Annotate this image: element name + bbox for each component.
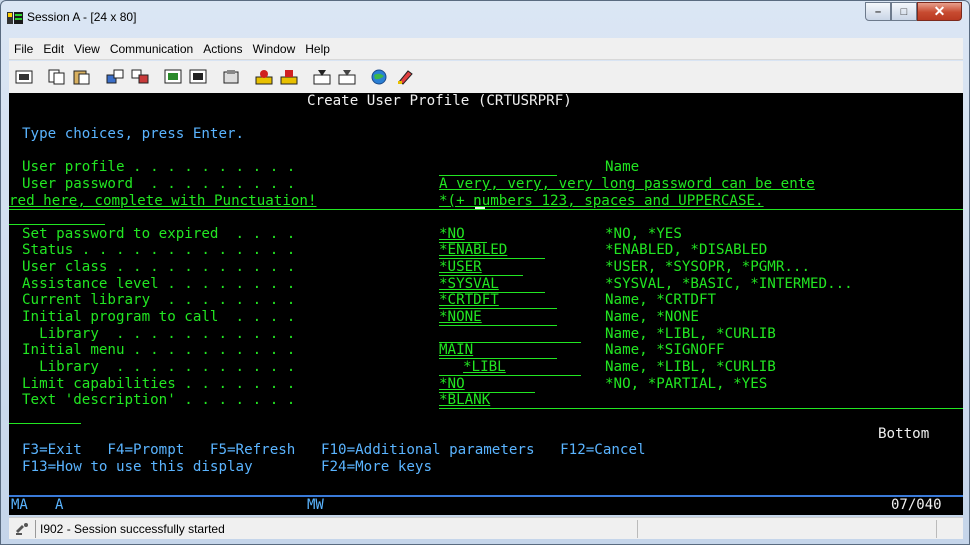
window-title: Session A - [24 x 80] <box>27 10 137 24</box>
globe-icon[interactable] <box>369 66 391 88</box>
field-hint-initial-menu: Name, *SIGNOFF <box>605 342 725 358</box>
field-input-initial-program[interactable]: *NONE <box>439 309 482 326</box>
menu-window[interactable]: Window <box>248 42 301 56</box>
receive-icon[interactable] <box>129 66 151 88</box>
menu-actions[interactable]: Actions <box>198 42 247 56</box>
status-pane <box>637 519 937 538</box>
toolbar <box>9 61 963 93</box>
field-hint-status: *ENABLED, *DISABLED <box>605 242 768 258</box>
field-label-current-library: Current library . . . . . . . . <box>22 292 296 308</box>
cursor-position: 07/040 <box>891 497 942 513</box>
screen-title: Create User Profile (CRTUSRPRF) <box>307 93 572 109</box>
minimize-button[interactable]: – <box>865 2 891 21</box>
field-input-text-description[interactable]: *BLANK <box>439 392 490 409</box>
operator-info-area: MA A MW 07/040 <box>9 495 963 515</box>
function-keys-line-2[interactable]: F13=How to use this display F24=More key… <box>22 459 432 476</box>
oia-connection-status: MA <box>11 497 28 513</box>
menu-help[interactable]: Help <box>300 42 335 56</box>
password-continuation-text: red here, complete with Punctuation! <box>9 193 317 209</box>
field-label-user-password: User password . . . . . . . . . <box>22 176 296 192</box>
oia-session-letter: A <box>55 497 64 513</box>
field-hint-current-library: Name, *CRTDFT <box>605 292 717 308</box>
field-input-password-continuation[interactable]: *(+ numbers 123, spaces and UPPERCASE. <box>439 193 764 210</box>
field-input-assistance-level[interactable]: *SYSVAL <box>439 276 499 293</box>
field-label-initial-menu: Initial menu . . . . . . . . . . <box>22 342 296 358</box>
field-hint-initial-program: Name, *NONE <box>605 309 699 325</box>
bottom-indicator: Bottom <box>878 426 930 442</box>
print-screen-icon[interactable] <box>13 66 35 88</box>
macro-icon[interactable] <box>220 66 242 88</box>
menu-view[interactable]: View <box>69 42 105 56</box>
field-label-limit-capabilities: Limit capabilities . . . . . . . <box>22 376 296 392</box>
send-icon[interactable] <box>104 66 126 88</box>
quick-record-icon[interactable] <box>336 66 358 88</box>
field-hint-set-password-expired: *NO, *YES <box>605 226 682 242</box>
display-icon[interactable] <box>162 66 184 88</box>
close-button[interactable]: ✕ <box>917 2 962 21</box>
paste-icon[interactable] <box>71 66 93 88</box>
field-hint-assistance-level: *SYSVAL, *BASIC, *INTERMED... <box>605 276 853 292</box>
field-label-menu-library: Library . . . . . . . . . . . <box>22 359 296 375</box>
field-hint-program-library: Name, *LIBL, *CURLIB <box>605 326 776 342</box>
field-input-current-library[interactable]: *CRTDFT <box>439 292 499 309</box>
field-label-text-description: Text 'description' . . . . . . . <box>22 392 296 408</box>
field-hint-limit-capabilities: *NO, *PARTIAL, *YES <box>605 376 768 392</box>
function-keys-line-1[interactable]: F3=Exit F4=Prompt F5=Refresh F10=Additio… <box>22 442 646 459</box>
field-input-menu-library[interactable]: *LIBL <box>463 359 506 376</box>
field-input-status[interactable]: *ENABLED <box>439 242 507 259</box>
oia-message-waiting: MW <box>307 497 324 513</box>
menu-communication[interactable]: Communication <box>105 42 198 56</box>
field-label-status: Status . . . . . . . . . . . . . <box>22 242 296 258</box>
field-input-user-class[interactable]: *USER <box>439 259 482 276</box>
play-icon[interactable] <box>253 66 275 88</box>
field-label-assistance-level: Assistance level . . . . . . . . <box>22 276 296 292</box>
field-hint-user-class: *USER, *SYSOPR, *PGMR... <box>605 259 810 275</box>
field-input-limit-capabilities[interactable]: *NO <box>439 376 465 393</box>
copy-icon[interactable] <box>46 66 68 88</box>
customize-icon[interactable] <box>394 66 416 88</box>
title-bar[interactable]: Session A - [24 x 80] – □ ✕ <box>1 1 969 35</box>
instruction-text: Type choices, press Enter. <box>22 126 245 142</box>
field-label-set-password-expired: Set password to expired . . . . <box>22 226 296 242</box>
field-label-program-library: Library . . . . . . . . . . . <box>22 326 296 342</box>
field-hint-menu-library: Name, *LIBL, *CURLIB <box>605 359 776 375</box>
terminal-screen[interactable]: Create User Profile (CRTUSRPRF) Type cho… <box>9 93 963 515</box>
connection-icon <box>13 521 31 537</box>
session-app-icon <box>7 11 23 25</box>
field-label-user-class: User class . . . . . . . . . . . <box>22 259 296 275</box>
emulator-window: Session A - [24 x 80] – □ ✕ File Edit Vi… <box>0 0 970 545</box>
field-input-set-password-expired[interactable]: *NO <box>439 226 465 243</box>
menu-bar: File Edit View Communication Actions Win… <box>9 38 963 60</box>
menu-file[interactable]: File <box>9 42 38 56</box>
field-input-initial-menu[interactable]: MAIN <box>439 342 473 359</box>
record-icon[interactable] <box>311 66 333 88</box>
status-message: I902 - Session successfully started <box>35 519 637 538</box>
menu-edit[interactable]: Edit <box>38 42 69 56</box>
maximize-button[interactable]: □ <box>891 2 917 21</box>
field-input-user-password[interactable]: A very, very, very long password can be … <box>439 176 815 193</box>
field-label-initial-program: Initial program to call . . . . <box>22 309 296 325</box>
status-bar: I902 - Session successfully started <box>9 517 963 539</box>
stop-icon[interactable] <box>278 66 300 88</box>
field-label-user-profile: User profile . . . . . . . . . . <box>22 159 296 175</box>
field-hint-user-profile: Name <box>605 159 640 175</box>
keyboard-icon[interactable] <box>187 66 209 88</box>
